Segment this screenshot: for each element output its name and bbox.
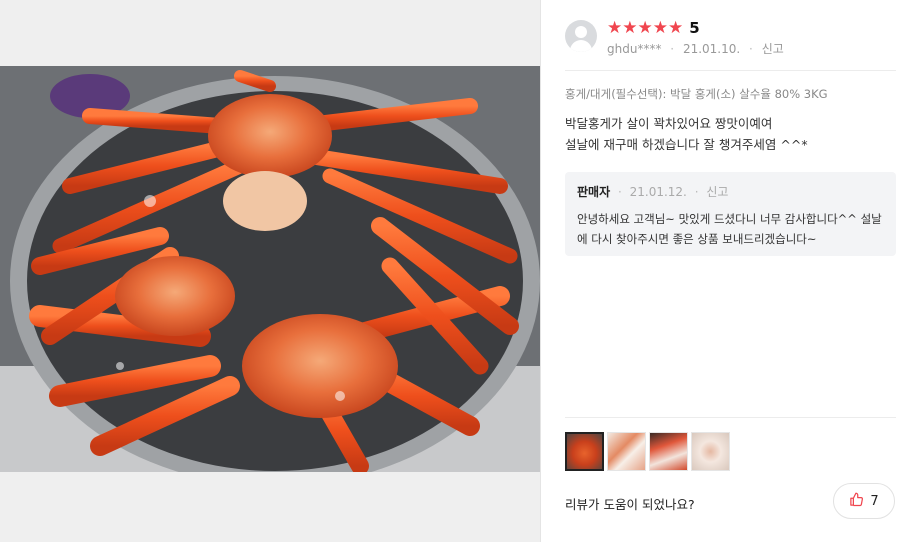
star-icon: ★: [607, 18, 623, 38]
divider: [565, 417, 896, 418]
separator-dot: ·: [749, 42, 753, 56]
thumbnail-1[interactable]: [565, 432, 604, 471]
seller-reply: 판매자 · 21.01.12. · 신고 안녕하세요 고객님~ 맛있게 드셨다니…: [565, 172, 896, 256]
star-icon: ★: [652, 18, 668, 38]
avatar: [565, 20, 597, 52]
rating-value: 5: [689, 19, 700, 37]
seller-reply-header: 판매자 · 21.01.12. · 신고: [577, 183, 884, 200]
like-count: 7: [870, 493, 879, 509]
divider: [565, 70, 896, 71]
thumbnail-4[interactable]: [691, 432, 730, 471]
star-rating: ★ ★ ★ ★ ★ 5: [607, 18, 700, 38]
review-header: ★ ★ ★ ★ ★ 5 ghdu**** · 21.01.10. · 신고: [565, 18, 905, 58]
thumbnail-3[interactable]: [649, 432, 688, 471]
seller-reply-date: 21.01.12.: [629, 185, 687, 199]
crab-photo-illustration: [0, 66, 540, 472]
photo-thumbnails: [565, 432, 730, 471]
separator-dot: ·: [670, 42, 675, 56]
thumbnail-2[interactable]: [607, 432, 646, 471]
photo-viewer: [0, 0, 540, 542]
review-photo: [0, 66, 540, 472]
separator-dot: ·: [617, 185, 622, 199]
like-button[interactable]: 7: [833, 483, 895, 519]
seller-name: 판매자: [577, 185, 611, 199]
separator-dot: ·: [694, 185, 699, 199]
reviewer-name: ghdu****: [607, 42, 662, 56]
review-content: 박달홍게가 살이 꽉차있어요 짱맛이예여 설날에 재구매 하겠습니다 잘 챙겨주…: [565, 113, 895, 155]
review-meta: ghdu**** · 21.01.10. · 신고: [607, 40, 784, 57]
thumbs-up-icon: [849, 492, 864, 511]
star-icon: ★: [622, 18, 638, 38]
seller-reply-text: 안녕하세요 고객님~ 맛있게 드셨다니 너무 감사합니다^^ 설날에 다시 찾아…: [577, 212, 882, 246]
purchase-option: 홍게/대게(필수선택): 박달 홍게(소) 살수율 80% 3KG: [565, 87, 828, 101]
seller-report-link[interactable]: 신고: [706, 185, 728, 199]
review-panel: ★ ★ ★ ★ ★ 5 ghdu**** · 21.01.10. · 신고 홍게…: [541, 0, 920, 542]
review-date: 21.01.10.: [682, 42, 741, 56]
helpful-question: 리뷰가 도움이 되었나요?: [565, 497, 695, 512]
review-text-line: 박달홍게가 살이 꽉차있어요 짱맛이예여: [565, 116, 773, 131]
star-icon: ★: [668, 18, 684, 38]
star-icon: ★: [637, 18, 653, 38]
review-text-line: 설날에 재구매 하겠습니다 잘 챙겨주세염 ^^*: [565, 137, 808, 152]
report-link[interactable]: 신고: [762, 42, 784, 56]
